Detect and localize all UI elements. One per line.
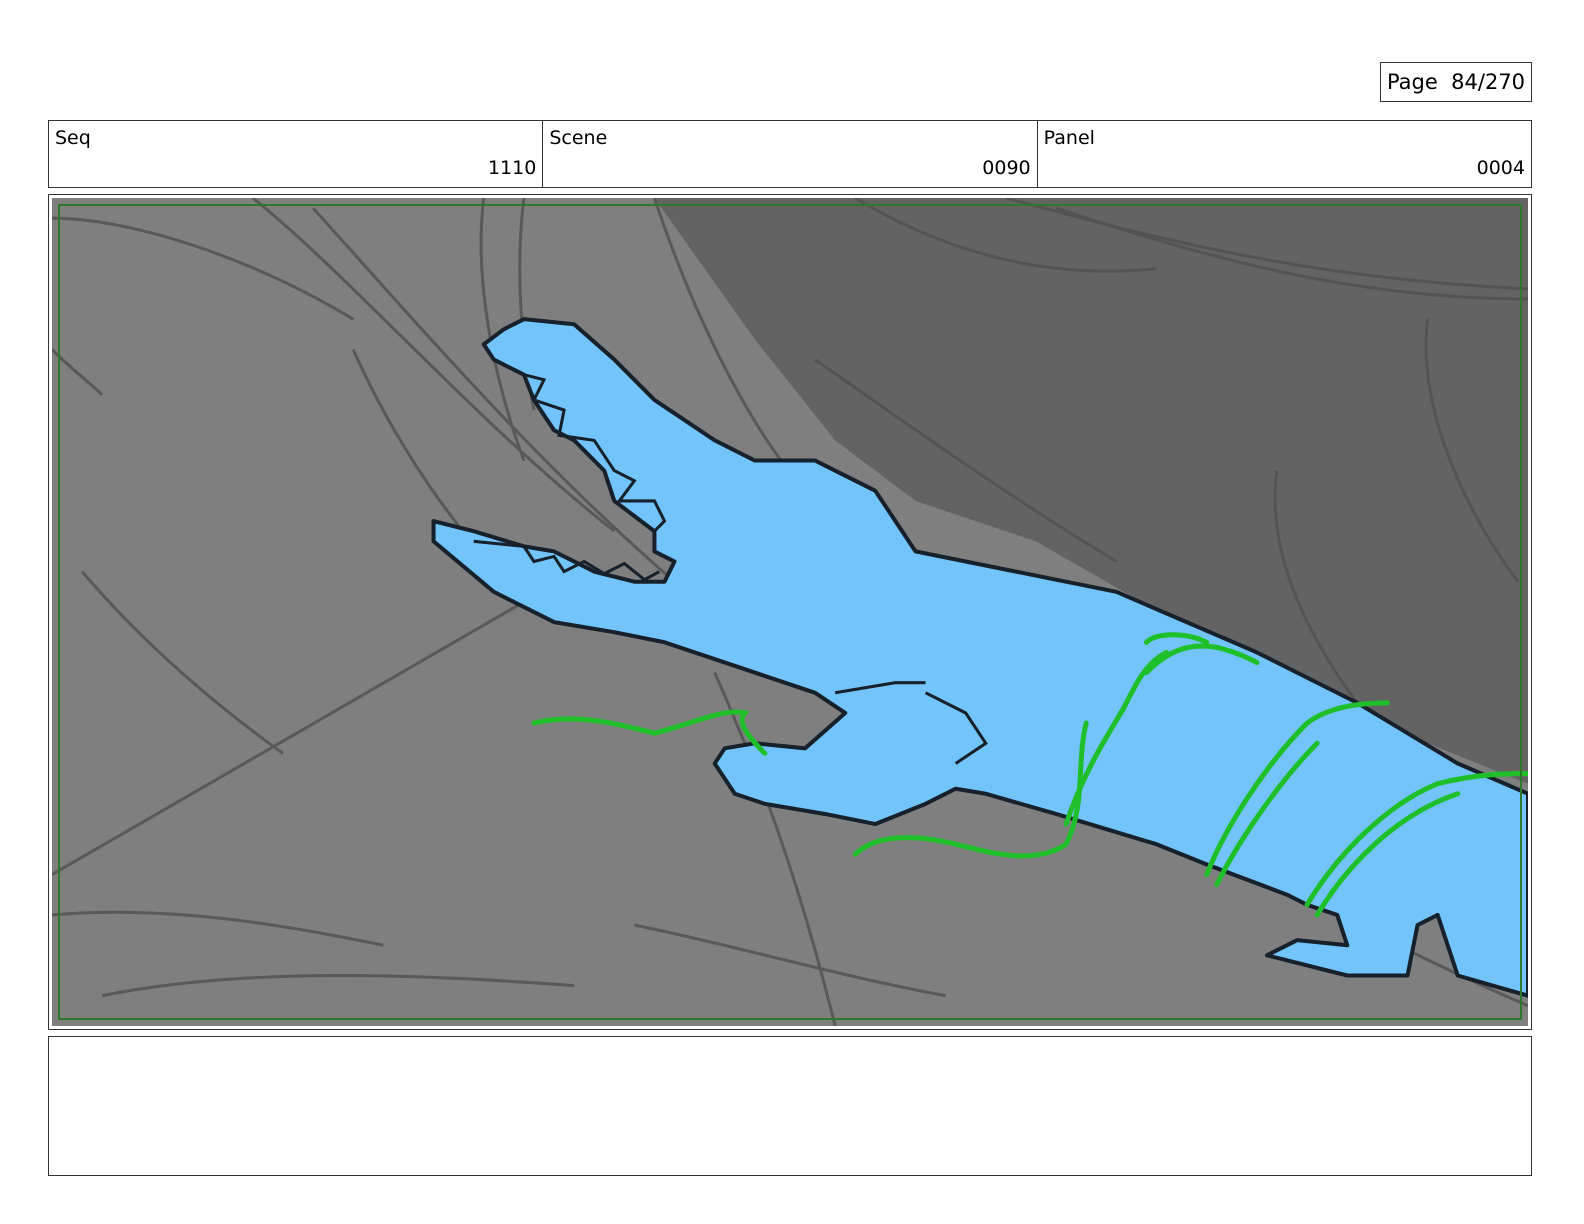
- notes-box: [48, 1036, 1532, 1176]
- page-label: Page: [1386, 70, 1438, 94]
- seq-cell: Seq 1110: [49, 121, 544, 187]
- shot-header: Seq 1110 Scene 0090 Panel 0004: [48, 120, 1532, 188]
- seq-value: 1110: [487, 157, 537, 179]
- panel-value: 0004: [1476, 157, 1525, 179]
- scene-cell: Scene 0090: [543, 121, 1038, 187]
- panel-label: Panel: [1043, 127, 1095, 149]
- crocodile-sketch-image: [52, 198, 1528, 1026]
- scene-value: 0090: [982, 157, 1031, 179]
- scene-label: Scene: [549, 127, 608, 149]
- panel-cell: Panel 0004: [1038, 121, 1531, 187]
- page-indicator: Page 84/270: [1380, 62, 1532, 102]
- storyboard-frame: [48, 194, 1532, 1030]
- page-number: 84/270: [1451, 70, 1526, 94]
- panel-drawing: [52, 198, 1528, 1026]
- seq-label: Seq: [55, 127, 91, 149]
